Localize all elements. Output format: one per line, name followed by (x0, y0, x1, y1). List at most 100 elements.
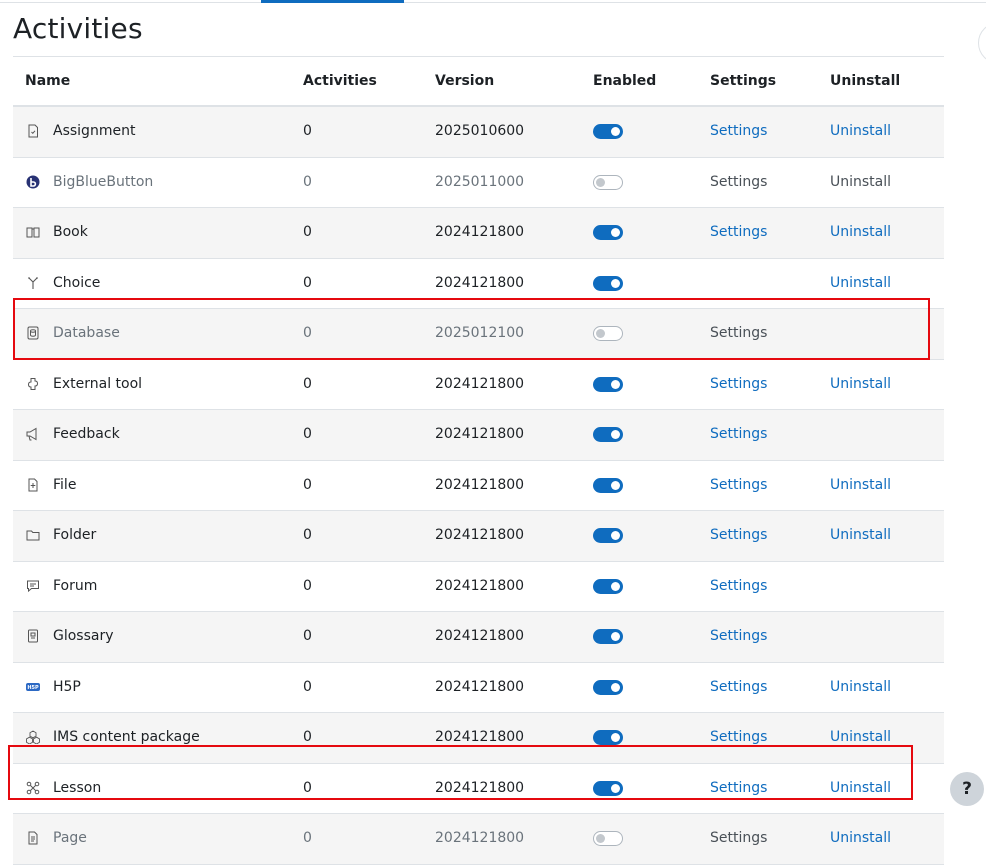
activities-count: 0 (303, 274, 312, 291)
file-icon (26, 478, 40, 492)
activities-count: 0 (303, 830, 312, 846)
enabled-toggle[interactable] (593, 376, 623, 392)
settings-link[interactable]: Settings (710, 224, 767, 240)
module-name: External tool (53, 375, 143, 392)
page-icon (26, 831, 40, 845)
uninstall-link[interactable]: Uninstall (830, 123, 891, 139)
choice-icon (26, 276, 40, 290)
enabled-toggle[interactable] (593, 831, 623, 846)
h5p-icon: H5P (26, 680, 40, 694)
table-row: Choice 0 2024121800 Uninstall (13, 259, 944, 309)
version-value: 2024121800 (435, 830, 525, 846)
book-icon (26, 225, 40, 239)
module-name: Choice (53, 274, 101, 291)
settings-link[interactable]: Settings (710, 729, 767, 745)
uninstall-link[interactable]: Uninstall (830, 729, 891, 745)
settings-link[interactable]: Settings (710, 628, 767, 644)
settings-link[interactable]: Settings (710, 679, 767, 695)
enabled-toggle[interactable] (593, 629, 623, 644)
help-button[interactable]: ? (950, 772, 984, 806)
top-divider (0, 2, 986, 3)
table-row: File 0 2024121800 Settings Uninstall (13, 461, 944, 511)
activities-count: 0 (303, 476, 312, 493)
enabled-toggle[interactable] (593, 225, 623, 240)
activities-count: 0 (303, 577, 312, 594)
ims-package-icon (26, 730, 40, 745)
enabled-toggle[interactable] (593, 679, 623, 695)
enabled-toggle[interactable] (593, 578, 623, 594)
table-row: H5P H5P 0 2024121800 Settings Uninstall (13, 663, 944, 713)
uninstall-link: Uninstall (830, 173, 892, 190)
activities-count: 0 (303, 123, 312, 139)
enabled-toggle[interactable] (593, 275, 623, 291)
active-tab-indicator (261, 0, 404, 3)
database-icon (26, 326, 40, 340)
table-row: Assignment 0 2025010600 Settings Uninstall (13, 107, 944, 158)
table-row: Folder 0 2024121800 Settings Uninstall (13, 511, 944, 562)
lesson-icon (26, 781, 40, 795)
table-row: Feedback 0 2024121800 Settings (13, 410, 944, 461)
column-header-name[interactable]: Name (25, 73, 70, 89)
table-row: IMS content package 0 2024121800 Settings Un… (13, 713, 944, 764)
enabled-toggle[interactable] (593, 730, 623, 745)
version-value: 2025011000 (435, 173, 525, 190)
uninstall-link[interactable]: Uninstall (830, 477, 891, 493)
module-name: Lesson (53, 779, 102, 796)
table-body: Assignment 0 2025010600 Settings Uninstall Bi… (13, 107, 944, 865)
enabled-toggle[interactable] (593, 528, 623, 543)
settings-link[interactable]: Settings (710, 527, 767, 543)
table-header: Name Activities Version Enabled Settings… (13, 57, 944, 107)
uninstall-link[interactable]: Uninstall (830, 830, 891, 846)
module-name: Feedback (53, 426, 120, 442)
enabled-toggle[interactable] (593, 780, 623, 796)
settings-link[interactable]: Settings (710, 123, 767, 139)
version-value: 2025010600 (435, 123, 525, 139)
bigbluebutton-icon (26, 175, 40, 189)
module-name: IMS content package (53, 729, 200, 745)
version-value: 2024121800 (435, 224, 525, 240)
uninstall-link[interactable]: Uninstall (830, 527, 891, 543)
assignment-icon (26, 124, 40, 138)
activities-count: 0 (303, 173, 312, 190)
version-value: 2025012100 (435, 325, 525, 341)
enabled-toggle[interactable] (593, 124, 623, 139)
column-header-settings: Settings (710, 73, 777, 89)
settings-link[interactable]: Settings (710, 426, 767, 442)
uninstall-link[interactable]: Uninstall (830, 376, 891, 392)
uninstall-link[interactable]: Uninstall (830, 275, 891, 291)
table-row: Lesson 0 2024121800 Settings Uninstall (13, 764, 944, 814)
uninstall-link[interactable]: Uninstall (830, 224, 891, 240)
uninstall-link[interactable]: Uninstall (830, 780, 891, 796)
module-name: Folder (53, 527, 97, 543)
version-value: 2024121800 (435, 577, 525, 594)
table-row: Forum 0 2024121800 Settings (13, 562, 944, 612)
enabled-toggle[interactable] (593, 477, 623, 493)
activities-table: Name Activities Version Enabled Settings… (13, 56, 944, 865)
activities-count: 0 (303, 375, 312, 392)
activities-count: 0 (303, 729, 312, 745)
module-name: Page (53, 830, 87, 846)
activities-count: 0 (303, 527, 312, 543)
settings-link[interactable]: Settings (710, 477, 767, 493)
table-row: Database 0 2025012100 Settings (13, 309, 944, 360)
uninstall-link[interactable]: Uninstall (830, 679, 891, 695)
drawer-toggle-button[interactable] (978, 22, 986, 64)
enabled-toggle[interactable] (593, 427, 623, 442)
enabled-toggle[interactable] (593, 174, 623, 190)
settings-link: Settings (710, 325, 768, 341)
activities-count: 0 (303, 779, 312, 796)
module-name: Assignment (53, 123, 136, 139)
settings-link[interactable]: Settings (710, 376, 767, 392)
activities-count: 0 (303, 325, 312, 341)
settings-link[interactable]: Settings (710, 578, 767, 594)
settings-link[interactable]: Settings (710, 780, 767, 796)
column-header-activities: Activities (303, 73, 377, 89)
settings-link: Settings (710, 830, 768, 846)
enabled-toggle[interactable] (593, 326, 623, 341)
external-tool-icon (26, 377, 40, 391)
module-name: BigBlueButton (53, 173, 154, 190)
module-name: Forum (53, 577, 98, 594)
module-name: H5P (53, 678, 81, 695)
version-value: 2024121800 (435, 628, 525, 644)
module-name: Book (53, 224, 88, 240)
